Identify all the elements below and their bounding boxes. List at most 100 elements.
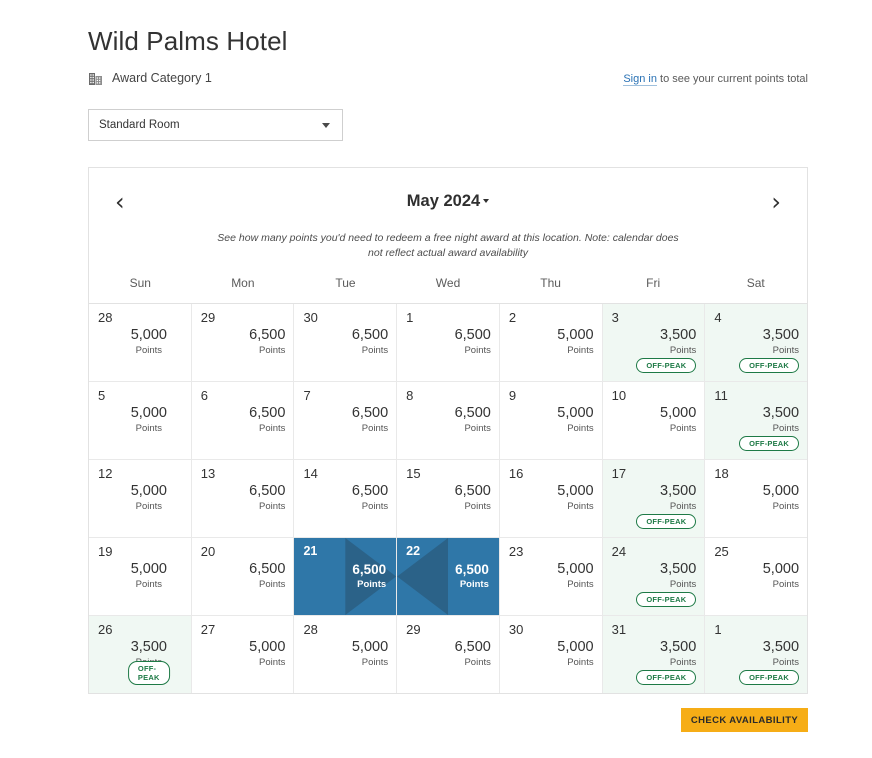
points-value: 3,500	[660, 483, 697, 499]
calendar-day-cell[interactable]: 30 5,000 Points	[499, 616, 603, 693]
calendar-day-cell[interactable]: 28 5,000 Points	[89, 304, 192, 381]
day-number: 13	[200, 466, 216, 481]
points-value: 3,500	[660, 327, 697, 343]
calendar-day-cell[interactable]: 1 3,500 Points OFF-PEAK	[705, 616, 808, 693]
points-value: 5,000	[762, 483, 800, 499]
calendar-day-cell[interactable]: 21 6,500 Points	[294, 538, 398, 615]
day-number: 27	[200, 622, 216, 637]
calendar-day-cell[interactable]: 1 6,500 Points	[397, 304, 500, 381]
calendar-day-cell[interactable]: 12 5,000 Points	[89, 460, 192, 537]
calendar-day-cell[interactable]: 16 5,000 Points	[499, 460, 603, 537]
calendar-day-cell[interactable]: 5 5,000 Points	[89, 382, 192, 459]
calendar-day-cell[interactable]: 8 6,500 Points	[397, 382, 500, 459]
calendar-day-cell[interactable]: 25 5,000 Points	[705, 538, 808, 615]
calendar-day-cell[interactable]: 13 6,500 Points	[191, 460, 295, 537]
points-block: 6,500 Points	[397, 483, 491, 513]
day-number: 19	[98, 544, 113, 559]
day-of-week-sun: Sun	[129, 276, 151, 290]
points-block: 5,000 Points	[89, 327, 191, 357]
points-unit-label: Points	[464, 657, 491, 668]
points-block: 5,000 Points	[500, 405, 594, 435]
off-peak-badge: OFF-PEAK	[636, 357, 697, 373]
calendar-day-cell[interactable]: 23 5,000 Points	[499, 538, 603, 615]
signin-link[interactable]: Sign in	[623, 73, 657, 86]
calendar-day-cell[interactable]: 15 6,500 Points	[397, 460, 500, 537]
day-number: 23	[508, 544, 524, 559]
points-block: 5,000 Points	[705, 561, 799, 591]
calendar-day-cell[interactable]: 9 5,000 Points	[499, 382, 603, 459]
points-value: 5,000	[660, 405, 697, 421]
points-unit-label: Points	[464, 345, 491, 356]
calendar-day-cell[interactable]: 10 5,000 Points	[602, 382, 706, 459]
points-value: 3,500	[660, 639, 697, 655]
points-value: 5,000	[557, 405, 594, 421]
points-unit-label: Points	[464, 501, 491, 512]
points-value: 5,000	[557, 561, 594, 577]
points-block: 5,000 Points	[705, 483, 799, 513]
points-block: 5,000 Points	[89, 561, 191, 591]
signin-prompt: Sign in to see your current points total	[623, 73, 808, 86]
day-number: 15	[406, 466, 421, 481]
points-block: 6,500 Points	[294, 483, 388, 513]
points-unit-label: Points	[259, 579, 286, 590]
day-number: 28	[98, 310, 113, 325]
day-number: 16	[508, 466, 524, 481]
calendar-day-cell[interactable]: 31 3,500 Points OFF-PEAK	[602, 616, 706, 693]
day-of-week-thu: Thu	[540, 276, 561, 290]
calendar-day-cell[interactable]: 18 5,000 Points	[705, 460, 808, 537]
calendar-day-cell[interactable]: 14 6,500 Points	[294, 460, 398, 537]
calendar-day-cell[interactable]: 24 3,500 Points OFF-PEAK	[602, 538, 706, 615]
points-unit-label: Points	[259, 657, 286, 668]
calendar-day-cell[interactable]: 19 5,000 Points	[89, 538, 192, 615]
calendar-header: ‹ › May 2024 See how many points you'd n…	[89, 168, 807, 268]
signin-prompt-rest: to see your current points total	[656, 73, 808, 85]
points-unit-label: Points	[567, 579, 594, 590]
points-unit-label: Points	[772, 657, 800, 668]
day-number: 30	[508, 622, 524, 637]
calendar-day-cell[interactable]: 6 6,500 Points	[191, 382, 295, 459]
points-unit-label: Points	[772, 423, 800, 434]
calendar-day-cell[interactable]: 11 3,500 Points OFF-PEAK	[705, 382, 808, 459]
calendar-day-cell[interactable]: 17 3,500 Points OFF-PEAK	[602, 460, 706, 537]
room-type-select[interactable]: Standard Room	[88, 109, 343, 141]
points-unit-label: Points	[135, 345, 163, 356]
calendar-day-cell[interactable]: 4 3,500 Points OFF-PEAK	[705, 304, 808, 381]
calendar-day-cell[interactable]: 2 5,000 Points	[499, 304, 603, 381]
points-value: 6,500	[249, 327, 286, 343]
day-number: 14	[303, 466, 318, 481]
calendar-day-cell[interactable]: 27 5,000 Points	[191, 616, 295, 693]
points-unit-label: Points	[361, 657, 389, 668]
day-number: 21	[303, 544, 318, 558]
room-type-value: Standard Room	[99, 119, 180, 131]
points-block: 3,500 Points	[603, 483, 697, 513]
points-block: 6,500 Points	[192, 405, 285, 435]
points-block: 6,500 Points	[397, 639, 491, 669]
day-number: 7	[303, 388, 311, 403]
points-unit-label: Points	[567, 657, 594, 668]
points-unit-label: Points	[135, 579, 163, 590]
building-icon	[88, 70, 104, 86]
calendar-note-line1: See how many points you'd need to redeem…	[217, 232, 540, 244]
calendar-day-cell[interactable]: 22 6,500 Points	[397, 538, 500, 615]
points-block: 6,500 Points	[397, 327, 491, 357]
points-value: 3,500	[762, 639, 800, 655]
day-number: 3	[611, 310, 619, 325]
calendar-day-cell[interactable]: 7 6,500 Points	[294, 382, 398, 459]
points-unit-label: Points	[669, 501, 697, 512]
calendar-day-cell[interactable]: 263,500PointsOFF-PEAK	[89, 616, 192, 693]
calendar-day-cell[interactable]: 30 6,500 Points	[294, 304, 398, 381]
month-selector[interactable]: May 2024	[89, 192, 807, 211]
points-value: 6,500	[454, 483, 491, 499]
calendar-day-cell[interactable]: 28 5,000 Points	[294, 616, 398, 693]
check-availability-button[interactable]: CHECK AVAILABILITY	[681, 708, 808, 732]
calendar-day-cell[interactable]: 20 6,500 Points	[191, 538, 295, 615]
points-block: 6,500 Points	[397, 561, 489, 591]
day-number: 22	[406, 544, 421, 558]
day-of-week-tue: Tue	[335, 276, 356, 290]
points-value: 6,500	[352, 562, 387, 577]
calendar-day-cell[interactable]: 29 6,500 Points	[191, 304, 295, 381]
calendar-grid: 28 5,000 Points 29 6,500 Points 30 6,500 Points 1…	[89, 304, 808, 693]
calendar-day-cell[interactable]: 29 6,500 Points	[397, 616, 500, 693]
calendar-day-cell[interactable]: 3 3,500 Points OFF-PEAK	[602, 304, 706, 381]
points-value: 3,500	[130, 639, 167, 655]
